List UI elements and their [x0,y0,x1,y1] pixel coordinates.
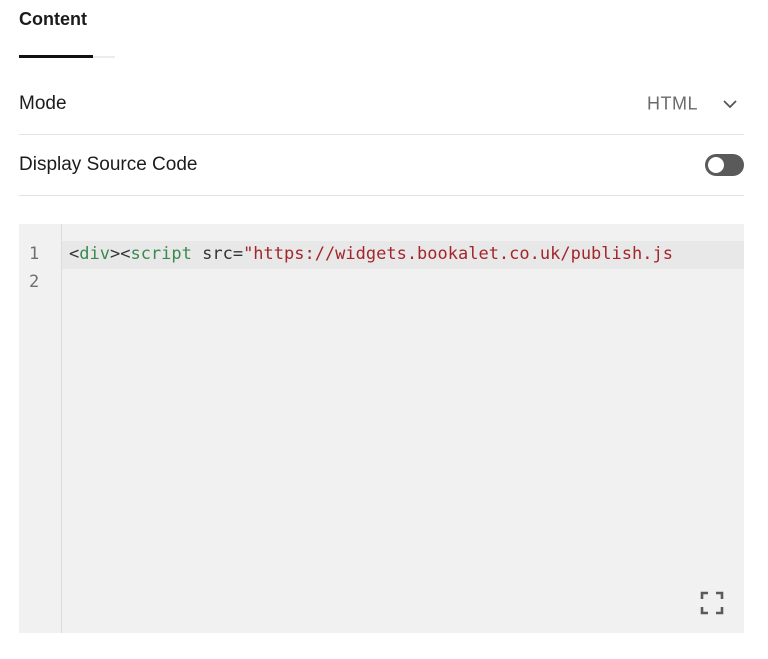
mode-row[interactable]: Mode HTML [19,74,744,135]
code-token-tag: script [130,244,192,264]
line-number: 1 [29,244,40,264]
display-source-code-label: Display Source Code [19,154,198,175]
code-token-string: "https://widgets.bookalet.co.uk/publish.… [243,244,673,264]
line-number: 2 [29,272,40,292]
display-source-code-toggle[interactable] [705,154,744,176]
tab-active-indicator [19,55,93,58]
display-source-code-row: Display Source Code [19,135,744,196]
mode-label: Mode [19,93,67,114]
fullscreen-icon[interactable] [700,591,724,615]
code-token-bracket: < [69,244,80,264]
code-line[interactable]: <div><script src="https://widgets.bookal… [69,244,673,264]
chevron-down-icon[interactable] [722,96,738,112]
code-editor[interactable]: 1 2 <div><script src="https://widgets.bo… [19,224,744,633]
code-token-attribute: src= [191,244,244,264]
tab-content[interactable]: Content [19,9,87,30]
code-token-bracket: >< [109,244,131,264]
mode-select-value[interactable]: HTML [647,94,698,115]
code-token-tag: div [79,244,110,264]
toggle-knob [708,157,724,173]
